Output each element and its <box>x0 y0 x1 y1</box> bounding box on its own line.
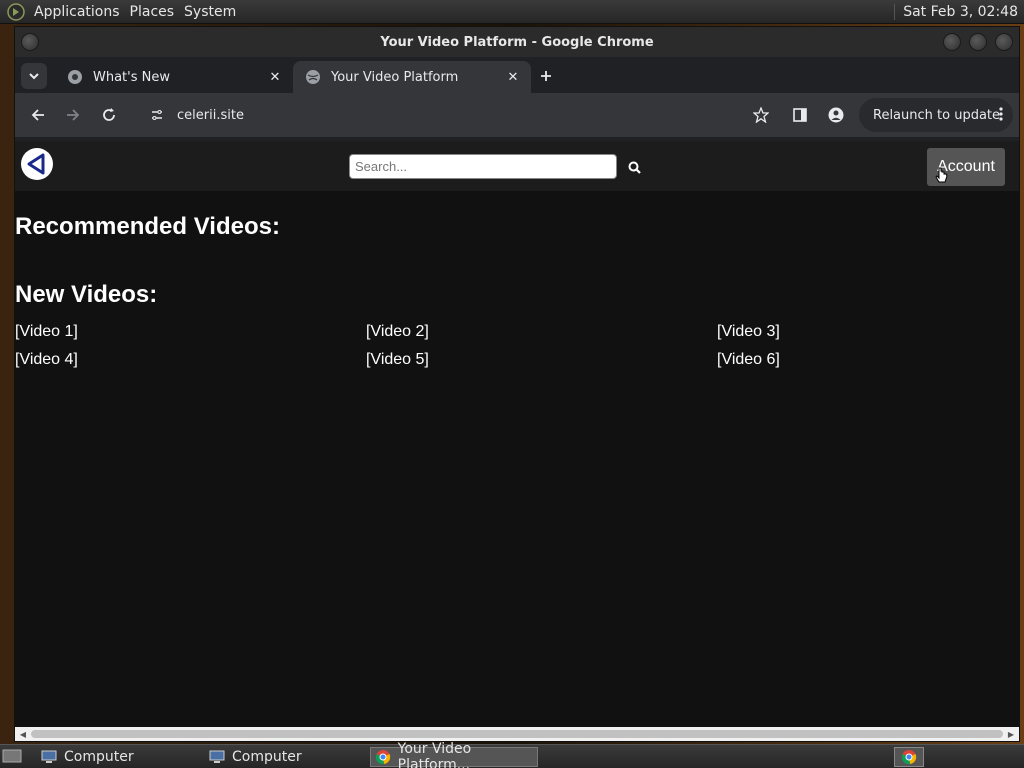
tab-whats-new[interactable]: What's New ✕ <box>55 61 293 93</box>
site-logo[interactable] <box>21 148 53 180</box>
video-link[interactable]: [Video 4] <box>15 351 78 369</box>
bookmark-star-icon[interactable] <box>747 107 775 123</box>
mouse-cursor-icon <box>935 167 949 188</box>
computer-icon <box>208 749 226 765</box>
web-page: Account Recommended Videos: New Videos: … <box>15 141 1019 727</box>
url-text[interactable]: celerii.site <box>177 108 747 123</box>
scroll-left-icon[interactable]: ◀ <box>18 729 28 739</box>
maximize-button[interactable] <box>969 33 987 51</box>
video-link[interactable]: [Video 5] <box>366 351 429 369</box>
new-videos-heading: New Videos: <box>15 281 158 308</box>
tab-search-button[interactable] <box>21 63 47 89</box>
system-menu[interactable]: System <box>182 4 244 20</box>
tab-close-icon[interactable]: ✕ <box>265 67 285 87</box>
side-panel-button[interactable] <box>785 100 815 130</box>
tab-title: Your Video Platform <box>331 69 459 85</box>
window-titlebar[interactable]: Your Video Platform - Google Chrome <box>15 27 1019 57</box>
window-title: Your Video Platform - Google Chrome <box>380 34 654 50</box>
minimize-button[interactable] <box>943 33 961 51</box>
tab-strip: What's New ✕ Your Video Platform ✕ <box>15 57 1019 93</box>
tray-chrome-icon[interactable] <box>894 747 924 767</box>
scrollbar-thumb[interactable] <box>31 730 1003 738</box>
profile-button[interactable] <box>821 100 851 130</box>
site-header: Account <box>15 141 1019 191</box>
computer-icon <box>40 749 58 765</box>
forward-button[interactable] <box>58 100 88 130</box>
new-tab-button[interactable] <box>535 65 557 87</box>
gnome-foot-icon[interactable] <box>6 2 26 22</box>
play-back-logo-icon <box>27 153 45 175</box>
window-menu-button[interactable] <box>21 33 39 51</box>
places-menu[interactable]: Places <box>128 4 183 20</box>
taskbar-item-label: Computer <box>64 749 134 765</box>
reload-icon <box>103 108 115 121</box>
arrow-left-icon <box>31 109 44 121</box>
taskbar-item-chrome[interactable]: Your Video Platform... <box>370 741 538 768</box>
kebab-menu-icon[interactable] <box>999 106 1003 126</box>
arrow-right-icon <box>67 109 80 121</box>
browser-window: Your Video Platform - Google Chrome What… <box>14 26 1020 742</box>
relaunch-label: Relaunch to update <box>873 107 1001 123</box>
taskbar: Computer Computer Your Video Platform... <box>0 741 1024 768</box>
video-link[interactable]: [Video 1] <box>15 323 78 341</box>
back-button[interactable] <box>23 100 53 130</box>
taskbar-item-computer[interactable]: Computer <box>36 747 196 767</box>
show-desktop-icon[interactable] <box>2 748 22 768</box>
side-panel-icon <box>793 108 807 122</box>
browser-toolbar: celerii.site Relaunch to update <box>15 93 1019 137</box>
top-panel: Applications Places System Sat Feb 3, 02… <box>0 0 1024 24</box>
applications-menu[interactable]: Applications <box>32 4 128 20</box>
close-window-button[interactable] <box>995 33 1013 51</box>
horizontal-scrollbar[interactable]: ◀ ▶ <box>15 727 1019 741</box>
reload-button[interactable] <box>94 100 124 130</box>
tab-title: What's New <box>93 69 170 85</box>
search-input[interactable] <box>349 154 617 179</box>
relaunch-button[interactable]: Relaunch to update <box>859 98 1013 132</box>
profile-icon <box>828 107 844 123</box>
recommended-heading: Recommended Videos: <box>15 213 280 240</box>
video-link[interactable]: [Video 6] <box>717 351 780 369</box>
chrome-icon <box>67 69 83 85</box>
taskbar-item-label: Computer <box>232 749 302 765</box>
tab-your-video-platform[interactable]: Your Video Platform ✕ <box>293 61 531 93</box>
scroll-right-icon[interactable]: ▶ <box>1006 729 1016 739</box>
video-link[interactable]: [Video 2] <box>366 323 429 341</box>
address-bar[interactable]: celerii.site <box>139 99 779 131</box>
video-link[interactable]: [Video 3] <box>717 323 780 341</box>
clock[interactable]: Sat Feb 3, 02:48 <box>894 3 1024 20</box>
tab-close-icon[interactable]: ✕ <box>503 67 523 87</box>
taskbar-item-label: Your Video Platform... <box>397 741 472 768</box>
globe-icon <box>305 69 321 85</box>
plus-icon <box>541 71 551 81</box>
taskbar-item-computer[interactable]: Computer <box>204 747 364 767</box>
chevron-down-icon <box>29 73 39 80</box>
chrome-icon <box>375 749 392 765</box>
site-info-icon[interactable] <box>143 108 171 122</box>
search-button[interactable] <box>625 158 643 176</box>
search-icon <box>628 161 641 174</box>
